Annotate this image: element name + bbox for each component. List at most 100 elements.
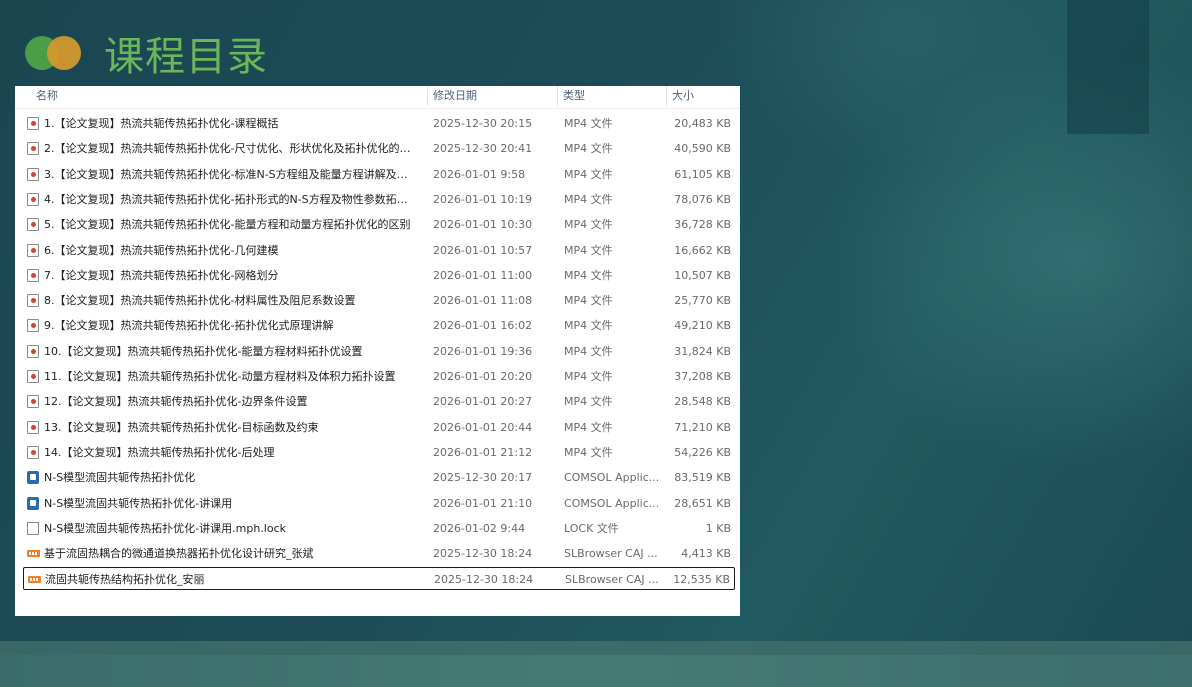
column-header-size[interactable]: 大小 (672, 86, 694, 106)
file-row[interactable]: 6.【论文复现】热流共轭传热拓扑优化-几何建模 2026-01-01 10:57 M… (23, 239, 735, 262)
column-header-row: 名称 修改日期 类型 大小 (15, 86, 740, 109)
file-modified-date: 2026-01-02 9:44 (433, 522, 526, 535)
file-modified-date: 2025-12-30 20:41 (433, 142, 533, 155)
slide-bottom-band-edge (0, 641, 1192, 655)
file-modified-date: 2026-01-01 10:19 (433, 193, 533, 206)
video-file-icon (27, 345, 39, 358)
page-title: 课程目录 (104, 34, 268, 80)
caj-file-icon (27, 550, 40, 557)
file-name: 1.【论文复现】热流共轭传热拓扑优化-课程概括 (44, 117, 279, 130)
file-name: 14.【论文复现】热流共轭传热拓扑优化-后处理 (44, 446, 275, 459)
file-row[interactable]: N-S模型流固共轭传热拓扑优化 2025-12-30 20:17 COMSOL Ap… (23, 466, 735, 489)
file-modified-date: 2026-01-01 9:58 (433, 168, 526, 181)
file-row[interactable]: 8.【论文复现】热流共轭传热拓扑优化-材料属性及阻尼系数设置 2026-01-01… (23, 289, 735, 312)
column-header-name[interactable]: 名称 (36, 86, 58, 106)
file-name: 3.【论文复现】热流共轭传热拓扑优化-标准N-S方程组及能量方程讲解及模... (44, 168, 414, 181)
file-size: 78,076 KB (674, 193, 731, 206)
file-type: COMSOL Applic... (564, 497, 660, 510)
logo-icon (24, 34, 84, 74)
file-size: 25,770 KB (674, 294, 731, 307)
file-name: 4.【论文复现】热流共轭传热拓扑优化-拓扑形式的N-S方程及物性参数拓扑... (44, 193, 414, 206)
file-modified-date: 2025-12-30 18:24 (433, 547, 533, 560)
video-file-icon (27, 395, 39, 408)
file-type: LOCK 文件 (564, 522, 619, 535)
file-row[interactable]: N-S模型流固共轭传热拓扑优化-讲课用 2026-01-01 21:10 COMSO… (23, 492, 735, 515)
file-type: MP4 文件 (564, 142, 613, 155)
file-row[interactable]: 1.【论文复现】热流共轭传热拓扑优化-课程概括 2025-12-30 20:15 M… (23, 112, 735, 135)
file-type: MP4 文件 (564, 168, 613, 181)
file-name: 2.【论文复现】热流共轭传热拓扑优化-尺寸优化、形状优化及拓扑优化的概... (44, 142, 414, 155)
file-size: 4,413 KB (681, 547, 731, 560)
file-modified-date: 2026-01-01 11:00 (433, 269, 533, 282)
file-row[interactable]: 基于流固热耦合的微通道换热器拓扑优化设计研究_张斌 2025-12-30 18:2… (23, 542, 735, 565)
file-modified-date: 2025-12-30 20:17 (433, 471, 533, 484)
column-divider[interactable] (666, 86, 667, 106)
file-type: SLBrowser CAJ ... (565, 573, 659, 586)
file-name: 7.【论文复现】热流共轭传热拓扑优化-网格划分 (44, 269, 279, 282)
file-modified-date: 2026-01-01 20:20 (433, 370, 533, 383)
file-row[interactable]: 12.【论文复现】热流共轭传热拓扑优化-边界条件设置 2026-01-01 20:… (23, 390, 735, 413)
video-file-icon (27, 319, 39, 332)
file-modified-date: 2026-01-01 11:08 (433, 294, 533, 307)
file-row[interactable]: 11.【论文复现】热流共轭传热拓扑优化-动量方程材料及体积力拓扑设置 2026-0… (23, 365, 735, 388)
file-name: 流固共轭传热结构拓扑优化_安丽 (45, 573, 205, 586)
background-deco-square (1067, 0, 1149, 134)
file-modified-date: 2026-01-01 21:12 (433, 446, 533, 459)
file-name: 6.【论文复现】热流共轭传热拓扑优化-几何建模 (44, 244, 279, 257)
file-row[interactable]: 7.【论文复现】热流共轭传热拓扑优化-网格划分 2026-01-01 11:00 M… (23, 264, 735, 287)
video-file-icon (27, 421, 39, 434)
file-size: 49,210 KB (674, 319, 731, 332)
video-file-icon (27, 117, 39, 130)
video-file-icon (27, 370, 39, 383)
column-divider[interactable] (557, 86, 558, 106)
file-size: 36,728 KB (674, 218, 731, 231)
logo-orange-circle (47, 36, 81, 70)
file-name: 11.【论文复现】热流共轭传热拓扑优化-动量方程材料及体积力拓扑设置 (44, 370, 396, 383)
file-row[interactable]: 4.【论文复现】热流共轭传热拓扑优化-拓扑形式的N-S方程及物性参数拓扑... 2… (23, 188, 735, 211)
file-modified-date: 2026-01-01 19:36 (433, 345, 533, 358)
video-file-icon (27, 142, 39, 155)
comsol-file-icon (27, 471, 39, 484)
file-row[interactable]: 13.【论文复现】热流共轭传热拓扑优化-目标函数及约束 2026-01-01 20… (23, 416, 735, 439)
file-modified-date: 2025-12-30 18:24 (434, 573, 534, 586)
file-row[interactable]: 10.【论文复现】热流共轭传热拓扑优化-能量方程材料拓扑优设置 2026-01-0… (23, 340, 735, 363)
column-header-type[interactable]: 类型 (563, 86, 585, 106)
file-type: MP4 文件 (564, 294, 613, 307)
file-row[interactable]: 5.【论文复现】热流共轭传热拓扑优化-能量方程和动量方程拓扑优化的区别 2026-… (23, 213, 735, 236)
file-name: N-S模型流固共轭传热拓扑优化-讲课用.mph.lock (44, 522, 287, 535)
column-header-date[interactable]: 修改日期 (433, 86, 477, 106)
file-row[interactable]: 流固共轭传热结构拓扑优化_安丽 2025-12-30 18:24 SLBrowser… (23, 567, 735, 590)
video-file-icon (27, 168, 39, 181)
video-file-icon (27, 244, 39, 257)
file-modified-date: 2026-01-01 20:27 (433, 395, 533, 408)
file-name: 8.【论文复现】热流共轭传热拓扑优化-材料属性及阻尼系数设置 (44, 294, 356, 307)
file-modified-date: 2026-01-01 20:44 (433, 421, 533, 434)
video-file-icon (27, 269, 39, 282)
file-size: 54,226 KB (674, 446, 731, 459)
file-row[interactable]: 2.【论文复现】热流共轭传热拓扑优化-尺寸优化、形状优化及拓扑优化的概... 20… (23, 137, 735, 160)
file-type: MP4 文件 (564, 269, 613, 282)
file-name: N-S模型流固共轭传热拓扑优化-讲课用 (44, 497, 233, 510)
file-size: 20,483 KB (674, 117, 731, 130)
file-name: 12.【论文复现】热流共轭传热拓扑优化-边界条件设置 (44, 395, 308, 408)
file-type: MP4 文件 (564, 421, 613, 434)
file-type: MP4 文件 (564, 446, 613, 459)
file-name: 10.【论文复现】热流共轭传热拓扑优化-能量方程材料拓扑优设置 (44, 345, 363, 358)
caj-file-icon (28, 576, 41, 583)
file-row[interactable]: 9.【论文复现】热流共轭传热拓扑优化-拓扑优化式原理讲解 2026-01-01 1… (23, 314, 735, 337)
video-file-icon (27, 446, 39, 459)
file-type: MP4 文件 (564, 345, 613, 358)
file-size: 37,208 KB (674, 370, 731, 383)
file-size: 40,590 KB (674, 142, 731, 155)
file-size: 28,651 KB (674, 497, 731, 510)
file-size: 1 KB (705, 522, 731, 535)
file-row[interactable]: 3.【论文复现】热流共轭传热拓扑优化-标准N-S方程组及能量方程讲解及模... 2… (23, 163, 735, 186)
file-row[interactable]: 14.【论文复现】热流共轭传热拓扑优化-后处理 2026-01-01 21:12 M… (23, 441, 735, 464)
file-type: MP4 文件 (564, 244, 613, 257)
file-row[interactable]: N-S模型流固共轭传热拓扑优化-讲课用.mph.lock 2026-01-02 9… (23, 517, 735, 540)
file-size: 28,548 KB (674, 395, 731, 408)
file-modified-date: 2026-01-01 21:10 (433, 497, 533, 510)
file-size: 31,824 KB (674, 345, 731, 358)
column-divider[interactable] (427, 86, 428, 106)
file-type: MP4 文件 (564, 395, 613, 408)
